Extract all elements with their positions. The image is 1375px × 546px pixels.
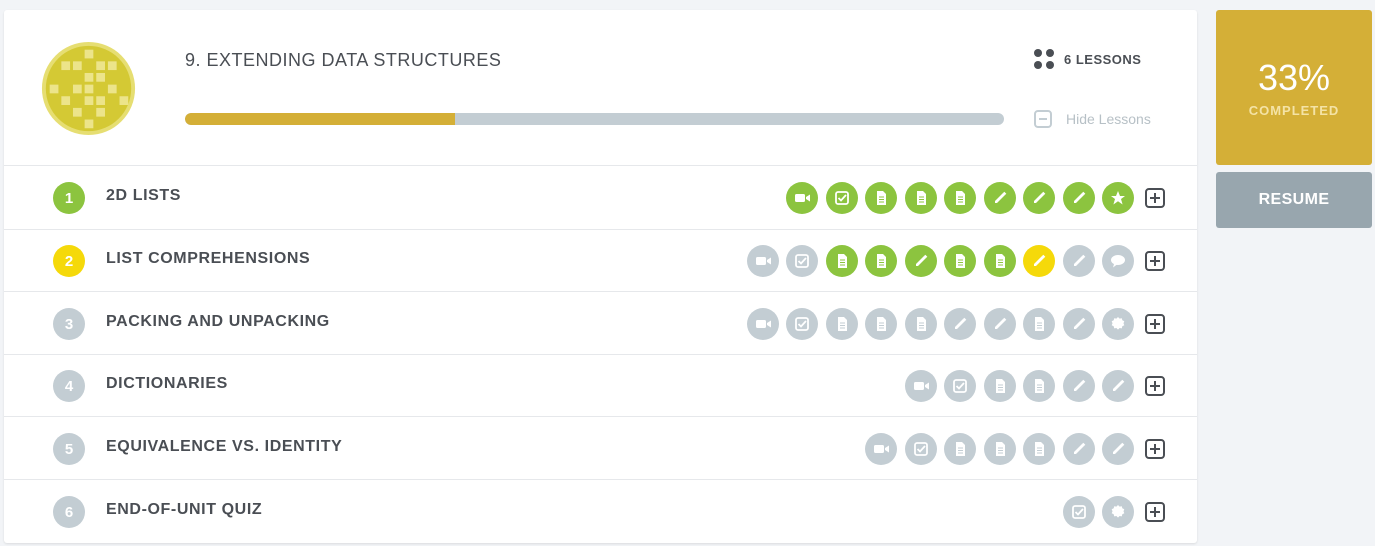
grid-dots-icon	[1034, 49, 1054, 69]
resume-button[interactable]: RESUME	[1216, 172, 1372, 228]
lesson-number-badge: 4	[53, 370, 85, 402]
lessons-count: 6 LESSONS	[1033, 48, 1141, 70]
lesson-number-badge: 3	[53, 308, 85, 340]
lesson-title[interactable]: LIST COMPREHENSIONS	[106, 250, 310, 268]
unit-progress-bar	[185, 113, 1004, 125]
checklist-icon[interactable]	[786, 308, 818, 340]
pencil-icon[interactable]	[1062, 433, 1095, 465]
star-icon[interactable]	[1102, 182, 1134, 214]
lesson-title[interactable]: 2D LISTS	[106, 187, 181, 205]
lesson-title[interactable]: DICTIONARIES	[106, 375, 228, 393]
badge-seal-icon[interactable]	[1102, 308, 1134, 340]
unit-card: 9. EXTENDING DATA STRUCTURES 6 LESSONS H…	[4, 10, 1197, 543]
video-icon[interactable]	[746, 308, 779, 340]
document-icon[interactable]	[944, 433, 976, 465]
activity-list	[739, 308, 1134, 340]
expand-lesson-button[interactable]	[1145, 502, 1165, 522]
lesson-title[interactable]: PACKING AND UNPACKING	[106, 313, 330, 331]
document-icon[interactable]	[983, 245, 1016, 277]
document-icon[interactable]	[825, 245, 858, 277]
chat-bubble-icon[interactable]	[1102, 245, 1134, 277]
expand-lesson-button[interactable]	[1145, 251, 1165, 271]
pencil-icon[interactable]	[944, 308, 976, 340]
unit-title: 9. EXTENDING DATA STRUCTURES	[185, 50, 502, 70]
document-icon[interactable]	[825, 308, 858, 340]
checklist-icon[interactable]	[825, 182, 858, 214]
minus-square-icon	[1034, 110, 1052, 128]
unit-header: 9. EXTENDING DATA STRUCTURES 6 LESSONS H…	[4, 10, 1197, 166]
hide-lessons-toggle[interactable]: Hide Lessons	[1034, 108, 1151, 130]
video-icon[interactable]	[865, 433, 897, 465]
lesson-row: 4 DICTIONARIES	[4, 355, 1197, 417]
document-icon[interactable]	[865, 182, 897, 214]
video-icon[interactable]	[904, 370, 937, 402]
pencil-icon[interactable]	[1062, 370, 1095, 402]
document-icon[interactable]	[904, 308, 937, 340]
pencil-icon[interactable]	[983, 182, 1016, 214]
checklist-icon[interactable]	[944, 370, 976, 402]
lesson-row: 1 2D LISTS	[4, 166, 1197, 230]
expand-lesson-button[interactable]	[1145, 314, 1165, 334]
expand-lesson-button[interactable]	[1145, 376, 1165, 396]
document-icon[interactable]	[904, 182, 937, 214]
pencil-icon[interactable]	[1023, 182, 1055, 214]
lesson-number-badge: 6	[53, 496, 85, 528]
lesson-row: 6 END-OF-UNIT QUIZ	[4, 480, 1197, 543]
activity-list	[858, 433, 1134, 465]
lesson-number-badge: 5	[53, 433, 85, 465]
pencil-icon[interactable]	[1102, 433, 1134, 465]
document-icon[interactable]	[1023, 433, 1055, 465]
badge-seal-icon[interactable]	[1102, 496, 1134, 528]
pencil-icon[interactable]	[983, 308, 1016, 340]
expand-lesson-button[interactable]	[1145, 439, 1165, 459]
pencil-icon[interactable]	[1062, 182, 1095, 214]
document-icon[interactable]	[944, 245, 976, 277]
percent-completed-panel: 33% COMPLETED	[1216, 10, 1372, 165]
lesson-title[interactable]: EQUIVALENCE VS. IDENTITY	[106, 438, 342, 456]
document-icon[interactable]	[1023, 370, 1055, 402]
lesson-title[interactable]: END-OF-UNIT QUIZ	[106, 501, 262, 519]
checklist-icon[interactable]	[1062, 496, 1095, 528]
unit-badge-icon	[41, 41, 136, 136]
document-icon[interactable]	[983, 370, 1016, 402]
document-icon[interactable]	[1023, 308, 1055, 340]
lesson-row: 2 LIST COMPREHENSIONS	[4, 230, 1197, 292]
lesson-row: 3 PACKING AND UNPACKING	[4, 292, 1197, 355]
video-icon[interactable]	[786, 182, 818, 214]
pencil-icon[interactable]	[904, 245, 937, 277]
document-icon[interactable]	[944, 182, 976, 214]
unit-progress-fill	[185, 113, 456, 125]
activity-list	[1055, 496, 1134, 528]
document-icon[interactable]	[865, 308, 897, 340]
pencil-icon[interactable]	[1062, 308, 1095, 340]
activity-list	[897, 370, 1134, 402]
checklist-icon[interactable]	[786, 245, 818, 277]
expand-lesson-button[interactable]	[1145, 188, 1165, 208]
checklist-icon[interactable]	[904, 433, 937, 465]
activity-list	[779, 182, 1134, 214]
pencil-icon[interactable]	[1102, 370, 1134, 402]
document-icon[interactable]	[865, 245, 897, 277]
pencil-icon[interactable]	[1062, 245, 1095, 277]
lesson-row: 5 EQUIVALENCE VS. IDENTITY	[4, 417, 1197, 480]
activity-list	[739, 245, 1134, 277]
lessons-count-label: 6 LESSONS	[1064, 51, 1142, 67]
percent-value: 33%	[1257, 57, 1331, 98]
percent-label: COMPLETED	[1248, 103, 1340, 118]
video-icon[interactable]	[746, 245, 779, 277]
lesson-number-badge: 1	[53, 182, 85, 214]
lesson-number-badge: 2	[53, 245, 85, 277]
pencil-icon[interactable]	[1023, 245, 1055, 277]
hide-lessons-label: Hide Lessons	[1066, 111, 1151, 127]
document-icon[interactable]	[983, 433, 1016, 465]
